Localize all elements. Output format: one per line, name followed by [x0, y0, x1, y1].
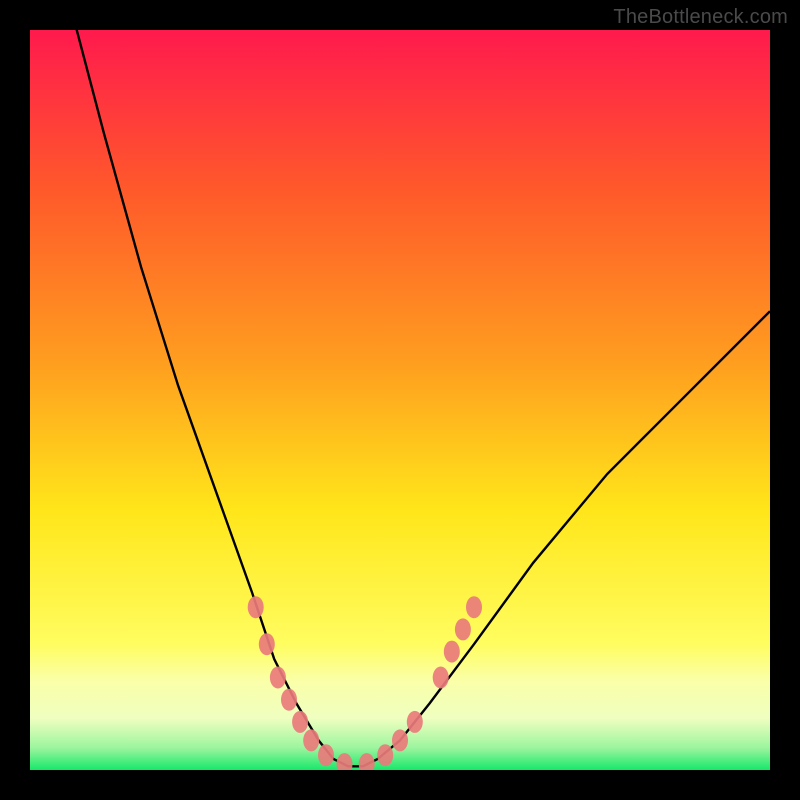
curve-marker [318, 744, 334, 766]
plot-area [30, 30, 770, 770]
watermark-text: TheBottleneck.com [613, 6, 788, 29]
curve-marker [359, 753, 375, 770]
bottleneck-curve [30, 30, 770, 766]
curve-marker [337, 753, 353, 770]
curve-marker [248, 596, 264, 618]
curve-marker [281, 689, 297, 711]
curve-marker [455, 618, 471, 640]
curve-marker [407, 711, 423, 733]
curve-marker [303, 729, 319, 751]
curve-marker [433, 667, 449, 689]
curve-marker [292, 711, 308, 733]
curve-marker [259, 633, 275, 655]
curve-layer [30, 30, 770, 770]
chart-frame: TheBottleneck.com [0, 0, 800, 800]
curve-marker [444, 641, 460, 663]
curve-marker [466, 596, 482, 618]
curve-marker [392, 729, 408, 751]
curve-marker [270, 667, 286, 689]
curve-marker [377, 744, 393, 766]
curve-markers [248, 596, 482, 770]
